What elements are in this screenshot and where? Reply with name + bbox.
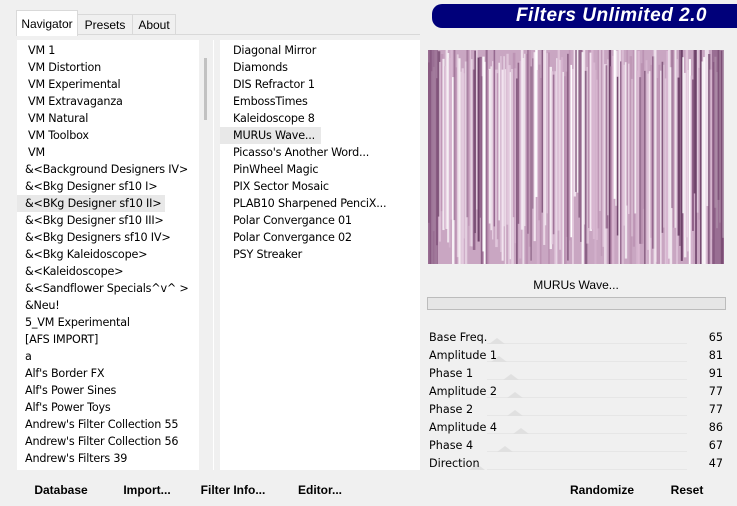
category-item[interactable]: VM 1: [17, 42, 59, 59]
reset-button[interactable]: Reset: [664, 480, 710, 500]
category-item[interactable]: Alf's Border FX: [17, 365, 108, 382]
filter-item[interactable]: PSY Streaker: [220, 246, 308, 263]
category-item[interactable]: VM Experimental: [17, 76, 124, 93]
filter-item[interactable]: PinWheel Magic: [220, 161, 324, 178]
category-item[interactable]: Andrew's Filter Collection 55: [17, 416, 182, 433]
category-item[interactable]: &<Bkg Kaleidoscope>: [17, 246, 151, 263]
category-item[interactable]: Andrew's Filters 51: [17, 467, 131, 470]
category-item[interactable]: &<Bkg Designers sf10 IV>: [17, 229, 175, 246]
filter-list[interactable]: Diagonal Mirror Diamonds DIS Refractor 1 Em…: [220, 40, 420, 470]
category-item[interactable]: Alf's Power Sines: [17, 382, 120, 399]
filter-item[interactable]: Kaleidoscope 8: [220, 110, 321, 127]
filter-item[interactable]: Polar Convergance 01: [220, 212, 358, 229]
parameter-row[interactable]: Amplitude 1 81: [427, 347, 727, 365]
app-banner: Filters Unlimited 2.0: [432, 4, 737, 28]
filter-item[interactable]: Picasso's Another Word...: [220, 144, 375, 161]
randomize-button[interactable]: Randomize: [566, 480, 638, 500]
parameter-label: Base Freq.: [429, 331, 488, 344]
preview-filter-name: MURUs Wave...: [533, 278, 619, 292]
category-item[interactable]: &<Bkg Designer sf10 I>: [17, 178, 161, 195]
parameter-row[interactable]: Phase 2 77: [427, 401, 727, 419]
category-item[interactable]: Alf's Power Toys: [17, 399, 115, 416]
preview-image: [428, 50, 724, 264]
category-item[interactable]: &<BKg Designer sf10 II>: [17, 195, 166, 212]
filter-item[interactable]: DIS Refractor 1: [220, 76, 321, 93]
filter-item[interactable]: PIX Sector Mosaic: [220, 178, 335, 195]
parameter-value: 77: [708, 385, 723, 398]
parameter-slider-knob[interactable]: [507, 392, 523, 398]
parameter-label: Amplitude 4: [429, 421, 498, 434]
editor-button[interactable]: Editor...: [296, 480, 344, 500]
parameter-slider-knob[interactable]: [507, 410, 523, 416]
filter-item[interactable]: MURUs Wave...: [220, 127, 321, 144]
filter-info-button[interactable]: Filter Info...: [200, 480, 266, 500]
filter-item[interactable]: EmbossTimes: [220, 93, 314, 110]
parameter-row[interactable]: Phase 1 91: [427, 365, 727, 383]
category-item[interactable]: VM Natural: [17, 110, 92, 127]
category-item[interactable]: &<Sandflower Specials^v^ >: [17, 280, 193, 297]
import-button[interactable]: Import...: [120, 480, 174, 500]
parameter-label: Direction: [429, 457, 480, 470]
category-item[interactable]: VM: [17, 144, 49, 161]
parameter-row[interactable]: Phase 4 67: [427, 437, 727, 455]
parameter-value: 65: [708, 331, 723, 344]
parameter-value: 67: [708, 439, 723, 452]
parameter-slider-knob[interactable]: [497, 446, 513, 452]
category-item[interactable]: &<Kaleidoscope>: [17, 263, 127, 280]
tab-about[interactable]: About: [132, 14, 176, 35]
category-item[interactable]: &<Background Designers IV>: [17, 161, 192, 178]
category-item[interactable]: 5_VM Experimental: [17, 314, 134, 331]
parameter-row[interactable]: Amplitude 4 86: [427, 419, 727, 437]
category-item[interactable]: Andrew's Filters 39: [17, 450, 131, 467]
parameter-slider-track[interactable]: [487, 361, 687, 362]
filter-item[interactable]: Diagonal Mirror: [220, 42, 322, 59]
category-item[interactable]: &<Bkg Designer sf10 III>: [17, 212, 168, 229]
filter-item[interactable]: PLAB10 Sharpened PenciX...: [220, 195, 392, 212]
category-item[interactable]: VM Toolbox: [17, 127, 93, 144]
parameter-slider-knob[interactable]: [489, 338, 505, 344]
parameter-slider-knob[interactable]: [503, 374, 519, 380]
tab-navigator[interactable]: Navigator: [16, 10, 78, 36]
parameter-value: 86: [708, 421, 723, 434]
parameter-value: 91: [708, 367, 723, 380]
parameter-label: Phase 2: [429, 403, 474, 416]
parameter-value: 47: [708, 457, 723, 470]
category-item[interactable]: Andrew's Filter Collection 56: [17, 433, 182, 450]
parameter-row[interactable]: Base Freq. 65: [427, 329, 727, 347]
filter-item[interactable]: Diamonds: [220, 59, 294, 76]
category-list[interactable]: VM 1 VM Distortion VM Experimental VM Extra…: [17, 40, 214, 470]
parameter-slider-track[interactable]: [487, 451, 687, 452]
category-item[interactable]: [AFS IMPORT]: [17, 331, 102, 348]
parameter-slider-track[interactable]: [487, 469, 687, 470]
filter-item[interactable]: Polar Convergance 02: [220, 229, 358, 246]
category-item[interactable]: VM Extravaganza: [17, 93, 127, 110]
progress-bar: [427, 297, 726, 310]
parameter-row[interactable]: Direction 47: [427, 455, 727, 473]
parameter-slider-track[interactable]: [487, 343, 687, 344]
category-item[interactable]: VM Distortion: [17, 59, 105, 76]
app-title: Filters Unlimited 2.0: [515, 5, 707, 26]
parameter-label: Amplitude 1: [429, 349, 498, 362]
parameter-label: Phase 1: [429, 367, 474, 380]
category-item[interactable]: a: [17, 348, 36, 365]
category-scrollbar[interactable]: [199, 40, 213, 470]
parameter-label: Phase 4: [429, 439, 474, 452]
parameter-value: 81: [708, 349, 723, 362]
tab-presets[interactable]: Presets: [76, 14, 134, 35]
database-button[interactable]: Database: [30, 480, 92, 500]
parameter-value: 77: [708, 403, 723, 416]
category-scrollbar-thumb[interactable]: [204, 58, 207, 120]
parameter-label: Amplitude 2: [429, 385, 498, 398]
category-item[interactable]: &Neu!: [17, 297, 64, 314]
parameter-row[interactable]: Amplitude 2 77: [427, 383, 727, 401]
parameter-slider-knob[interactable]: [513, 428, 529, 434]
